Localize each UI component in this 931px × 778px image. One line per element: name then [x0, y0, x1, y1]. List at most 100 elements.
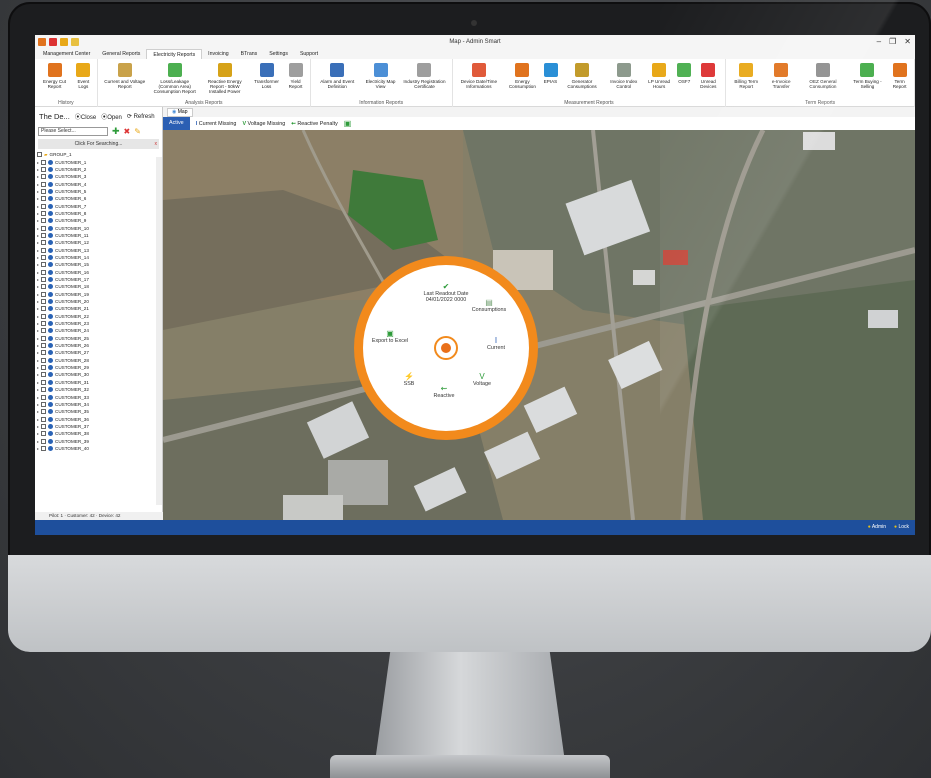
checkbox[interactable]: [41, 431, 47, 437]
expand-icon[interactable]: ▸: [37, 270, 39, 275]
search-bar[interactable]: Click For Searching... x: [38, 139, 159, 149]
maximize-button[interactable]: ❐: [889, 37, 896, 46]
tree-customer-row[interactable]: ▸ CUSTOMER_3: [35, 173, 162, 180]
tree-customer-row[interactable]: ▸ CUSTOMER_26: [35, 342, 162, 349]
expand-icon[interactable]: ▸: [37, 321, 39, 326]
checkbox[interactable]: [41, 247, 47, 253]
add-icon[interactable]: ✚: [112, 126, 120, 137]
expand-icon[interactable]: ▸: [37, 446, 39, 451]
expand-icon[interactable]: ▸: [37, 248, 39, 253]
expand-icon[interactable]: ▸: [37, 402, 39, 407]
tree-customer-row[interactable]: ▸ CUSTOMER_37: [35, 423, 162, 430]
tree-customer-row[interactable]: ▸ CUSTOMER_33: [35, 393, 162, 400]
tree-customer-row[interactable]: ▸ CUSTOMER_20: [35, 298, 162, 305]
expand-icon[interactable]: ▸: [37, 292, 39, 297]
checkbox[interactable]: [41, 306, 47, 312]
expand-icon[interactable]: ▸: [37, 380, 39, 385]
current-item[interactable]: I Current: [476, 337, 516, 351]
tree-customer-row[interactable]: ▸ CUSTOMER_35: [35, 408, 162, 415]
checkbox[interactable]: [41, 196, 47, 202]
checkbox[interactable]: [41, 313, 47, 319]
tree-customer-row[interactable]: ▸ CUSTOMER_18: [35, 283, 162, 290]
checkbox[interactable]: [41, 240, 47, 246]
tree-customer-row[interactable]: ▸ CUSTOMER_7: [35, 202, 162, 209]
tab-general-reports[interactable]: General Reports: [96, 49, 146, 59]
expand-icon[interactable]: ▸: [37, 314, 39, 319]
checkbox[interactable]: [41, 159, 47, 165]
expand-icon[interactable]: ▸: [37, 189, 39, 194]
tree-customer-row[interactable]: ▸ CUSTOMER_13: [35, 246, 162, 253]
checkbox[interactable]: [41, 218, 47, 224]
checkbox[interactable]: [41, 335, 47, 341]
expand-icon[interactable]: ▸: [37, 299, 39, 304]
tree-customer-row[interactable]: ▸ CUSTOMER_25: [35, 335, 162, 342]
expand-icon[interactable]: ▸: [37, 439, 39, 444]
tree-customer-row[interactable]: ▸ CUSTOMER_31: [35, 379, 162, 386]
checkbox[interactable]: [41, 357, 47, 363]
checkbox[interactable]: [41, 438, 47, 444]
tab-support[interactable]: Support: [294, 49, 324, 59]
tab-management-center[interactable]: Management Center: [37, 49, 96, 59]
checkbox[interactable]: [41, 174, 47, 180]
tree-customer-row[interactable]: ▸ CUSTOMER_5: [35, 188, 162, 195]
checkbox[interactable]: [41, 203, 47, 209]
checkbox[interactable]: [41, 423, 47, 429]
close-button[interactable]: ✕: [904, 37, 911, 46]
expand-icon[interactable]: ▸: [37, 372, 39, 377]
tree-customer-row[interactable]: ▸ CUSTOMER_22: [35, 313, 162, 320]
checkbox[interactable]: [41, 269, 47, 275]
tree-customer-row[interactable]: ▸ CUSTOMER_12: [35, 239, 162, 246]
delete-icon[interactable]: ✖: [124, 127, 131, 136]
filter-reactive-penalty[interactable]: ⇜ Reactive Penalty: [291, 121, 337, 127]
checkbox[interactable]: [41, 328, 47, 334]
tree-customer-row[interactable]: ▸ CUSTOMER_30: [35, 371, 162, 378]
tree-customer-row[interactable]: ▸ CUSTOMER_16: [35, 269, 162, 276]
expand-icon[interactable]: ▸: [37, 204, 39, 209]
filter-current-missing[interactable]: I Current Missing: [196, 121, 237, 127]
tree-customer-row[interactable]: ▸ CUSTOMER_24: [35, 327, 162, 334]
checkbox[interactable]: [41, 409, 47, 415]
export-excel-item[interactable]: ▣ Export to Excel: [368, 330, 412, 344]
tree-customer-row[interactable]: ▸ CUSTOMER_40: [35, 445, 162, 452]
edit-icon[interactable]: ✎: [134, 127, 141, 136]
refresh-button[interactable]: ⟳ Refresh: [127, 113, 155, 120]
checkbox[interactable]: [41, 277, 47, 283]
tree-customer-row[interactable]: ▸ CUSTOMER_23: [35, 320, 162, 327]
group-select[interactable]: Please Select...: [38, 126, 108, 136]
checkbox[interactable]: [41, 394, 47, 400]
expand-icon[interactable]: ▸: [37, 306, 39, 311]
tree-customer-row[interactable]: ▸ CUSTOMER_21: [35, 305, 162, 312]
tree-customer-row[interactable]: ▸ CUSTOMER_15: [35, 261, 162, 268]
close-all-button[interactable]: ⦿Close: [75, 112, 96, 121]
checkbox[interactable]: [41, 365, 47, 371]
tree-customer-row[interactable]: ▸ CUSTOMER_38: [35, 430, 162, 437]
tree-customer-row[interactable]: ▸ CUSTOMER_11: [35, 232, 162, 239]
checkbox[interactable]: [41, 387, 47, 393]
expand-icon[interactable]: ▸: [37, 328, 39, 333]
expand-icon[interactable]: ▸: [37, 174, 39, 179]
checkbox[interactable]: [41, 262, 47, 268]
expand-icon[interactable]: ▸: [37, 226, 39, 231]
expand-icon[interactable]: ▸: [37, 277, 39, 282]
tree-customer-row[interactable]: ▸ CUSTOMER_28: [35, 357, 162, 364]
checkbox[interactable]: [41, 232, 47, 238]
consumptions-item[interactable]: ▤ Consumptions: [464, 299, 514, 313]
expand-icon[interactable]: ▸: [37, 233, 39, 238]
expand-icon[interactable]: ▸: [37, 284, 39, 289]
expand-icon[interactable]: ▸: [37, 409, 39, 414]
checkbox[interactable]: [41, 254, 47, 260]
tree-customer-row[interactable]: ▸ CUSTOMER_6: [35, 195, 162, 202]
expand-icon[interactable]: ▸: [37, 417, 39, 422]
filter-voltage-missing[interactable]: V Voltage Missing: [242, 121, 285, 127]
checkbox[interactable]: [41, 284, 47, 290]
expand-icon[interactable]: ▸: [37, 387, 39, 392]
tree-customer-row[interactable]: ▸ CUSTOMER_34: [35, 401, 162, 408]
minimize-button[interactable]: –: [877, 37, 881, 46]
checkbox[interactable]: [41, 166, 47, 172]
user-button[interactable]: ● Admin: [868, 524, 886, 530]
expand-icon[interactable]: ▸: [37, 424, 39, 429]
tree-customer-row[interactable]: ▸ CUSTOMER_10: [35, 224, 162, 231]
tree-customer-row[interactable]: ▸ CUSTOMER_8: [35, 210, 162, 217]
tree-customer-row[interactable]: ▸ CUSTOMER_17: [35, 276, 162, 283]
clear-search-icon[interactable]: x: [155, 139, 158, 149]
